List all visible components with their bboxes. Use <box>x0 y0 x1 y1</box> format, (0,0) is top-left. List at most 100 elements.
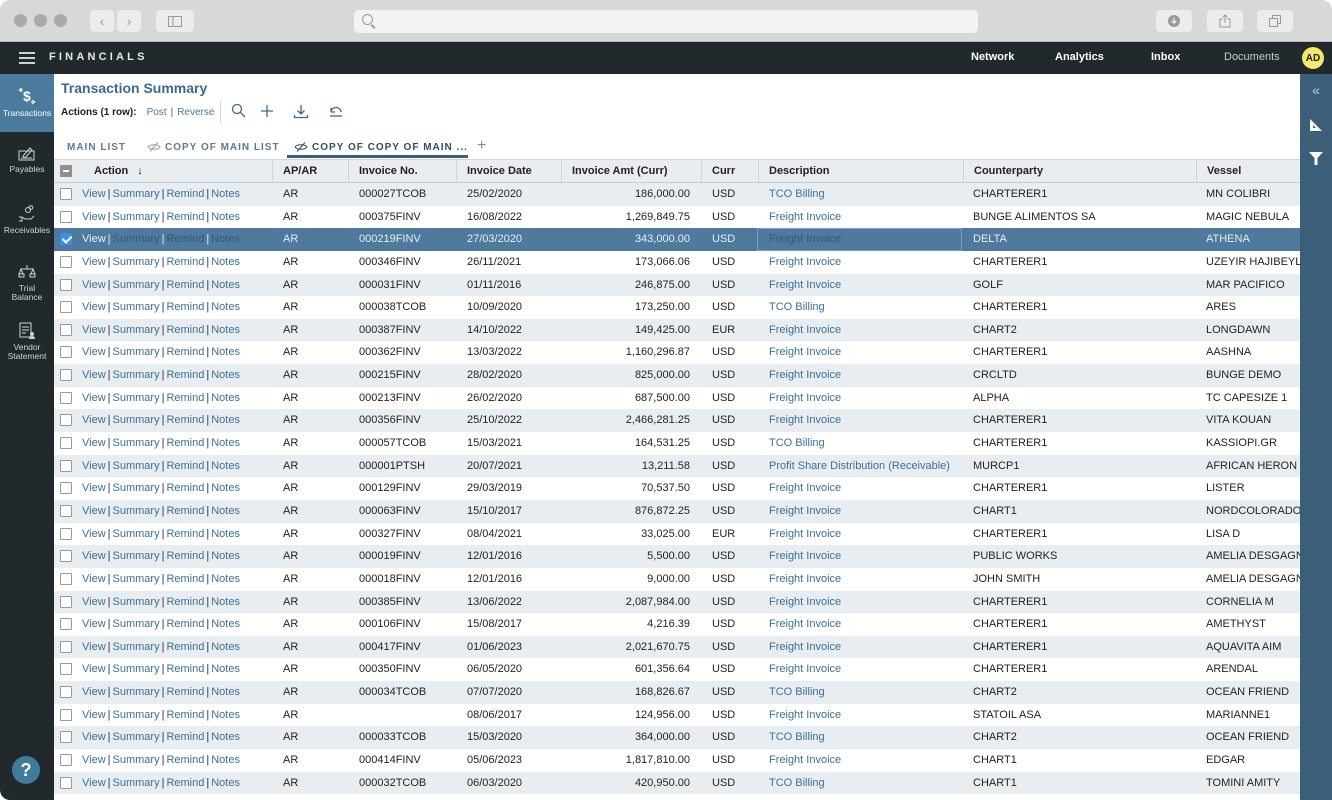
user-avatar[interactable]: AD <box>1302 47 1324 69</box>
table-row[interactable]: View | Summary | Remind | Notes AR 000414FINV … <box>54 749 1300 772</box>
summary-link[interactable]: Summary <box>113 641 160 653</box>
row-checkbox[interactable] <box>60 233 72 246</box>
view-link[interactable]: View <box>82 641 106 653</box>
table-row[interactable]: View | Summary | Remind | Notes AR 000346FINV … <box>54 251 1300 274</box>
row-checkbox[interactable] <box>60 504 72 517</box>
summary-link[interactable]: Summary <box>113 346 160 358</box>
summary-link[interactable]: Summary <box>113 663 160 675</box>
summary-link[interactable]: Summary <box>113 618 160 630</box>
row-checkbox[interactable] <box>60 437 72 450</box>
summary-link[interactable]: Summary <box>113 279 160 291</box>
description-link[interactable]: Freight Invoice <box>769 709 841 721</box>
notes-link[interactable]: Notes <box>211 505 240 517</box>
table-row[interactable]: View | Summary | Remind | Notes AR 000031FINV … <box>54 273 1300 297</box>
summary-link[interactable]: Summary <box>113 256 160 268</box>
remind-link[interactable]: Remind <box>166 686 204 698</box>
notes-link[interactable]: Notes <box>211 369 240 381</box>
summary-link[interactable]: Summary <box>113 777 160 789</box>
description-link[interactable]: TCO Billing <box>769 686 825 698</box>
view-link[interactable]: View <box>82 550 106 562</box>
row-checkbox[interactable] <box>60 414 72 427</box>
remind-link[interactable]: Remind <box>166 550 204 562</box>
table-row[interactable]: View | Summary | Remind | Notes AR 000057TCOB … <box>54 432 1300 455</box>
nav-network[interactable]: Network <box>971 51 1014 63</box>
description-link[interactable]: Freight Invoice <box>769 324 841 336</box>
column-settings-button[interactable] <box>1306 115 1326 135</box>
table-row[interactable]: View | Summary | Remind | Notes AR 000215FINV … <box>54 364 1300 387</box>
summary-link[interactable]: Summary <box>113 211 160 223</box>
summary-link[interactable]: Summary <box>113 709 160 721</box>
notes-link[interactable]: Notes <box>211 731 240 743</box>
summary-link[interactable]: Summary <box>113 528 160 540</box>
remind-link[interactable]: Remind <box>166 573 204 585</box>
remind-link[interactable]: Remind <box>166 528 204 540</box>
description-link[interactable]: Freight Invoice <box>769 550 841 562</box>
remind-link[interactable]: Remind <box>166 324 204 336</box>
browser-forward-button[interactable]: › <box>117 10 141 32</box>
description-link[interactable]: Freight Invoice <box>769 279 841 291</box>
remind-link[interactable]: Remind <box>166 369 204 381</box>
row-checkbox[interactable] <box>60 686 72 699</box>
view-link[interactable]: View <box>82 346 106 358</box>
table-row[interactable]: View | Summary | Remind | Notes AR 000106FINV … <box>54 613 1300 636</box>
row-checkbox[interactable] <box>60 323 72 336</box>
notes-link[interactable]: Notes <box>211 233 240 245</box>
table-row[interactable]: View | Summary | Remind | Notes AR 000019FINV … <box>54 545 1300 568</box>
collapse-panel-button[interactable]: « <box>1306 80 1326 100</box>
remind-link[interactable]: Remind <box>166 663 204 675</box>
help-button[interactable]: ? <box>12 756 40 784</box>
notes-link[interactable]: Notes <box>211 437 240 449</box>
view-link[interactable]: View <box>82 777 106 789</box>
row-checkbox[interactable] <box>60 346 72 359</box>
downloads-button[interactable] <box>1156 10 1192 32</box>
sidebar-toggle-button[interactable] <box>156 10 194 32</box>
view-link[interactable]: View <box>82 414 106 426</box>
summary-link[interactable]: Summary <box>113 188 160 200</box>
description-link[interactable]: Freight Invoice <box>769 392 841 404</box>
description-link[interactable]: TCO Billing <box>769 188 825 200</box>
view-link[interactable]: View <box>82 754 106 766</box>
remind-link[interactable]: Remind <box>166 233 204 245</box>
row-checkbox[interactable] <box>60 731 72 744</box>
summary-link[interactable]: Summary <box>113 233 160 245</box>
notes-link[interactable]: Notes <box>211 460 240 472</box>
remind-link[interactable]: Remind <box>166 505 204 517</box>
row-checkbox[interactable] <box>60 527 72 540</box>
summary-link[interactable]: Summary <box>113 505 160 517</box>
notes-link[interactable]: Notes <box>211 573 240 585</box>
column-header-description[interactable]: Description <box>758 160 963 182</box>
notes-link[interactable]: Notes <box>211 414 240 426</box>
table-row[interactable]: View | Summary | Remind | Notes AR 000350FINV … <box>54 658 1300 681</box>
description-link[interactable]: Freight Invoice <box>769 663 841 675</box>
row-checkbox[interactable] <box>60 776 72 789</box>
table-row[interactable]: View | Summary | Remind | Notes AR 000417FINV … <box>54 635 1300 659</box>
table-row[interactable]: View | Summary | Remind | Notes AR 000356FINV … <box>54 409 1300 433</box>
row-checkbox[interactable] <box>60 188 72 200</box>
view-link[interactable]: View <box>82 369 106 381</box>
description-link[interactable]: Freight Invoice <box>769 369 841 381</box>
description-link[interactable]: TCO Billing <box>769 437 825 449</box>
window-minimize-button[interactable] <box>34 14 47 27</box>
view-link[interactable]: View <box>82 460 106 472</box>
table-row[interactable]: View | Summary | Remind | Notes AR 000362FINV … <box>54 341 1300 364</box>
column-header-action[interactable]: Action ↓ <box>84 160 271 182</box>
window-close-button[interactable] <box>14 14 27 27</box>
view-link[interactable]: View <box>82 301 106 313</box>
summary-link[interactable]: Summary <box>113 437 160 449</box>
menu-icon[interactable] <box>19 52 35 64</box>
table-row[interactable]: View | Summary | Remind | Notes AR 08/06/2017 … <box>54 704 1300 727</box>
remind-link[interactable]: Remind <box>166 641 204 653</box>
table-row[interactable]: View | Summary | Remind | Notes AR 000027TCOB … <box>54 183 1300 206</box>
summary-link[interactable]: Summary <box>113 392 160 404</box>
view-link[interactable]: View <box>82 256 106 268</box>
column-header-apar[interactable]: AP/AR <box>272 160 348 182</box>
remind-link[interactable]: Remind <box>166 618 204 630</box>
description-link[interactable]: TCO Billing <box>769 301 825 313</box>
row-checkbox[interactable] <box>60 663 72 676</box>
view-link[interactable]: View <box>82 618 106 630</box>
select-all-checkbox[interactable] <box>60 165 72 177</box>
description-link[interactable]: TCO Billing <box>769 777 825 789</box>
remind-link[interactable]: Remind <box>166 709 204 721</box>
reset-button[interactable] <box>328 103 346 121</box>
sidebar-item-payables[interactable]: Payables <box>0 146 54 196</box>
